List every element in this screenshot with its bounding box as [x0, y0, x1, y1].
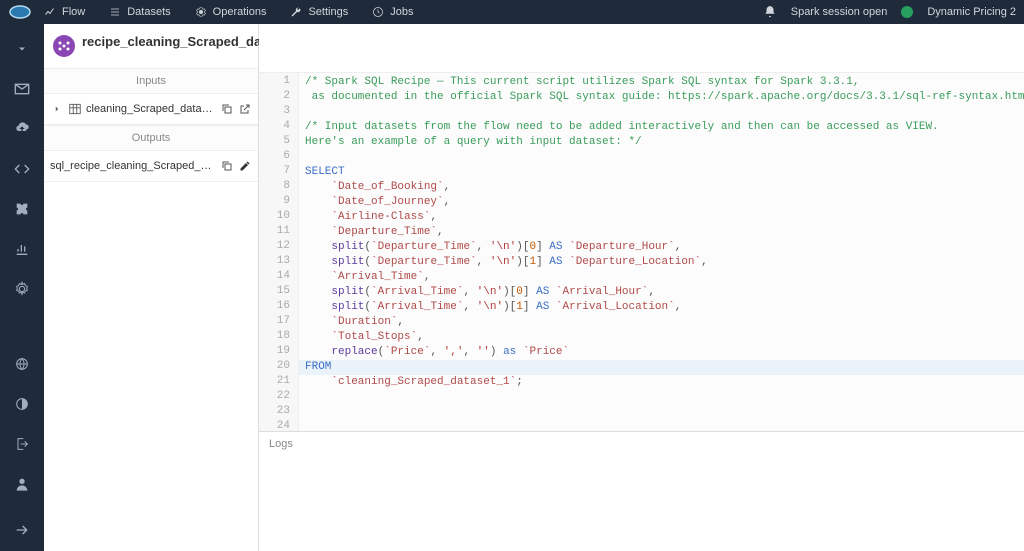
app-logo[interactable]: [8, 2, 32, 22]
jobs-icon: [372, 6, 384, 18]
code-line[interactable]: replace(`Price`, ',', '') as `Price`: [299, 345, 1024, 360]
mail-icon[interactable]: [13, 80, 31, 98]
flow-icon: [44, 6, 56, 18]
code-line[interactable]: /* Spark SQL Recipe — This current scrip…: [299, 75, 1024, 90]
code-body[interactable]: /* Spark SQL Recipe — This current scrip…: [299, 73, 1024, 431]
line-gutter: 1234567891011121314151617181920212223242…: [259, 73, 299, 431]
status-dot-icon: [901, 6, 913, 18]
nav-item-jobs[interactable]: Jobs: [372, 6, 413, 18]
code-editor[interactable]: 1234567891011121314151617181920212223242…: [259, 72, 1024, 431]
gear-icon[interactable]: [13, 280, 31, 298]
topbar-nav: Flow Datasets Operations Settings Jobs: [44, 6, 413, 18]
chart-icon[interactable]: [13, 240, 31, 258]
spark-session-status: Spark session open: [791, 6, 888, 18]
output-dataset-name: sql_recipe_cleaning_Scraped_dataset_1: [50, 160, 216, 172]
topbar: Flow Datasets Operations Settings Jobs Spark…: [0, 0, 1024, 24]
inputs-section-header: Inputs: [44, 68, 258, 94]
wrench-icon: [290, 6, 302, 18]
user-icon[interactable]: [13, 475, 31, 493]
output-dataset-row[interactable]: sql_recipe_cleaning_Scraped_dataset_1: [44, 151, 258, 182]
globe-icon[interactable]: [13, 355, 31, 373]
cloud-upload-icon[interactable]: [13, 120, 31, 138]
code-line[interactable]: FROM: [299, 360, 1024, 375]
code-line[interactable]: Here's an example of a query with input …: [299, 135, 1024, 150]
input-dataset-row[interactable]: cleaning_Scraped_dataset_1: [44, 94, 258, 125]
arrow-right-icon[interactable]: [13, 521, 31, 539]
nav-item-label: Datasets: [127, 6, 170, 18]
nav-item-operations[interactable]: Operations: [195, 6, 267, 18]
nav-item-label: Flow: [62, 6, 85, 18]
chevron-right-icon: [50, 102, 64, 116]
nav-item-flow[interactable]: Flow: [44, 6, 85, 18]
code-line[interactable]: [299, 420, 1024, 431]
code-line[interactable]: [299, 390, 1024, 405]
contrast-icon[interactable]: [13, 395, 31, 413]
logs-panel: Logs hide ⌄: [259, 431, 1024, 551]
code-line[interactable]: /* Input datasets from the flow need to …: [299, 120, 1024, 135]
recipe-type-icon: [52, 34, 76, 58]
code-line[interactable]: split(`Departure_Time`, '\n')[0] AS `Dep…: [299, 240, 1024, 255]
chevron-down-icon[interactable]: [13, 40, 31, 58]
editor-toolbar: Save ▾: [259, 24, 1024, 72]
code-line[interactable]: `Total_Stops`,: [299, 330, 1024, 345]
puzzle-icon[interactable]: [13, 200, 31, 218]
nav-item-datasets[interactable]: Datasets: [109, 6, 170, 18]
nav-item-label: Settings: [308, 6, 348, 18]
left-nav-bar: [0, 24, 44, 551]
open-icon[interactable]: [238, 102, 252, 116]
edit-icon[interactable]: [238, 159, 252, 173]
code-line[interactable]: split(`Arrival_Time`, '\n')[1] AS `Arriv…: [299, 300, 1024, 315]
code-line[interactable]: [299, 405, 1024, 420]
copy-icon[interactable]: [220, 159, 234, 173]
code-line[interactable]: [299, 105, 1024, 120]
code-line[interactable]: `Date_of_Journey`,: [299, 195, 1024, 210]
code-line[interactable]: [299, 150, 1024, 165]
code-icon[interactable]: [13, 160, 31, 178]
dataset-icon: [68, 102, 82, 116]
code-line[interactable]: `Airline-Class`,: [299, 210, 1024, 225]
input-dataset-name: cleaning_Scraped_dataset_1: [86, 103, 216, 115]
code-line[interactable]: `cleaning_Scraped_dataset_1`;: [299, 375, 1024, 390]
side-panel: recipe_cleaning_Scraped_dataset_1 Inputs…: [44, 24, 259, 551]
code-line[interactable]: `Arrival_Time`,: [299, 270, 1024, 285]
code-line[interactable]: SELECT: [299, 165, 1024, 180]
code-line[interactable]: as documented in the official Spark SQL …: [299, 90, 1024, 105]
project-name[interactable]: Dynamic Pricing 2: [927, 6, 1016, 18]
code-line[interactable]: `Date_of_Booking`,: [299, 180, 1024, 195]
code-line[interactable]: split(`Arrival_Time`, '\n')[0] AS `Arriv…: [299, 285, 1024, 300]
code-line[interactable]: `Duration`,: [299, 315, 1024, 330]
bell-icon[interactable]: [763, 5, 777, 19]
code-line[interactable]: `Departure_Time`,: [299, 225, 1024, 240]
gear-icon: [195, 6, 207, 18]
nav-item-label: Jobs: [390, 6, 413, 18]
exit-icon[interactable]: [13, 435, 31, 453]
datasets-icon: [109, 6, 121, 18]
outputs-section-header: Outputs: [44, 125, 258, 151]
copy-icon[interactable]: [220, 102, 234, 116]
code-line[interactable]: split(`Departure_Time`, '\n')[1] AS `Dep…: [299, 255, 1024, 270]
nav-item-settings[interactable]: Settings: [290, 6, 348, 18]
logs-label: Logs: [269, 438, 293, 450]
nav-item-label: Operations: [213, 6, 267, 18]
